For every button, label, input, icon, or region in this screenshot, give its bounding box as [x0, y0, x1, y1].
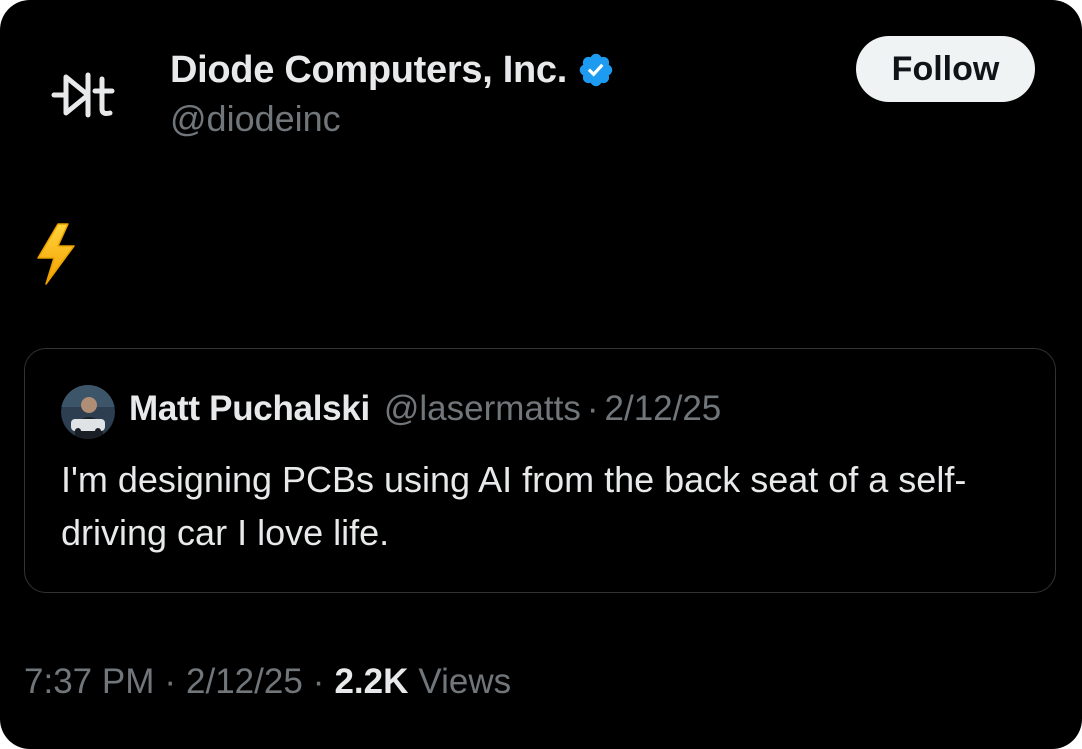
author-name[interactable]: Diode Computers, Inc. — [170, 49, 567, 92]
diode-logo-icon — [51, 72, 115, 118]
verified-badge-icon[interactable] — [577, 51, 615, 89]
quoted-author-handle[interactable]: @lasermatts — [384, 389, 581, 429]
author-handle[interactable]: @diodeinc — [170, 98, 341, 140]
separator-dot: · — [312, 662, 325, 701]
separator-dot: · — [586, 389, 599, 428]
views-count[interactable]: 2.2K — [334, 662, 408, 702]
tweet-time[interactable]: 7:37 PM — [24, 662, 154, 702]
tweet-date[interactable]: 2/12/25 — [186, 662, 303, 702]
author-name-row: Diode Computers, Inc. — [170, 46, 615, 94]
lightning-bolt-emoji — [37, 223, 75, 285]
quoted-header: Matt Puchalski @lasermatts · 2/12/25 — [129, 389, 721, 429]
tweet-card: Diode Computers, Inc. @diodeinc Follow M… — [0, 0, 1082, 749]
separator-dot: · — [164, 662, 177, 701]
quoted-author-avatar[interactable] — [61, 385, 115, 439]
author-avatar[interactable] — [30, 40, 140, 150]
views-label: Views — [418, 662, 512, 701]
quoted-date[interactable]: 2/12/25 — [605, 389, 722, 429]
tweet-meta: 7:37 PM · 2/12/25 · 2.2K Views — [24, 662, 511, 702]
quoted-text: I'm designing PCBs using AI from the bac… — [61, 459, 967, 553]
quoted-tweet[interactable]: Matt Puchalski @lasermatts · 2/12/25 I'm… — [24, 348, 1056, 593]
follow-button[interactable]: Follow — [856, 36, 1035, 102]
quoted-author-name[interactable]: Matt Puchalski — [129, 389, 370, 429]
tweet-text — [30, 222, 100, 286]
person-photo-icon — [61, 385, 115, 439]
